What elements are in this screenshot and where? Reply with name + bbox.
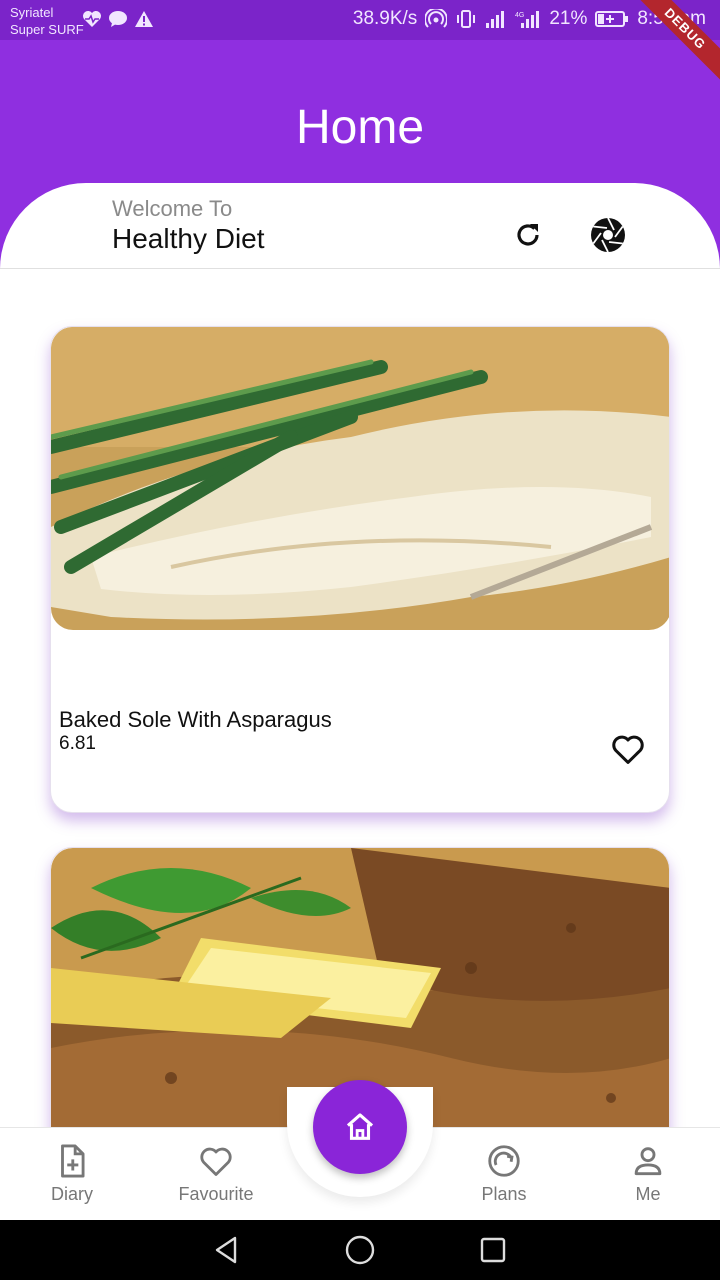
welcome-subtitle: Welcome To — [112, 196, 233, 221]
system-navigation-bar — [0, 1220, 720, 1280]
heart-outline-icon — [612, 735, 644, 764]
battery-level: 21% — [549, 8, 588, 29]
back-icon — [215, 1236, 237, 1264]
health-icon — [83, 11, 101, 27]
nav-label: Plans — [481, 1184, 527, 1204]
message-icon — [109, 11, 127, 27]
food-image-sole — [51, 327, 669, 630]
system-home-button[interactable] — [344, 1234, 376, 1266]
vibrate-icon — [457, 10, 476, 28]
refresh-icon — [517, 224, 539, 246]
carrier-info: Syriatel Super SURF — [10, 4, 84, 38]
nav-label: Diary — [50, 1184, 93, 1204]
nav-favourite[interactable]: Favourite — [156, 1128, 276, 1221]
nav-label: Favourite — [178, 1184, 254, 1204]
plans-gauge-icon — [488, 1145, 520, 1177]
person-icon — [634, 1147, 662, 1176]
warning-icon — [135, 11, 153, 27]
app-name: Healthy Diet — [112, 223, 265, 254]
system-back-button[interactable] — [211, 1234, 243, 1266]
status-bar: Syriatel Super SURF 38.9K/s 4G 21% 8:59 … — [0, 0, 720, 90]
favorite-button[interactable] — [609, 730, 647, 768]
refresh-button[interactable] — [508, 215, 548, 255]
heart-icon — [200, 1147, 232, 1176]
signal-4g-icon: 4G — [515, 11, 540, 28]
carrier-plan: Super SURF — [10, 22, 84, 37]
food-name: Baked Sole With Asparagus — [59, 707, 332, 732]
camera-button[interactable] — [588, 215, 628, 255]
recents-icon — [480, 1237, 506, 1263]
nav-diary[interactable]: Diary — [12, 1128, 132, 1221]
diary-add-icon — [61, 1144, 85, 1178]
home-fab-button[interactable] — [313, 1080, 407, 1174]
system-recents-button[interactable] — [477, 1234, 509, 1266]
nav-plans[interactable]: Plans — [444, 1128, 564, 1221]
food-card[interactable]: Baked Sole With Asparagus 6.81 — [50, 326, 670, 813]
carrier-name: Syriatel — [10, 5, 54, 20]
battery-icon — [595, 11, 629, 27]
nav-me[interactable]: Me — [588, 1128, 708, 1221]
home-circle-icon — [345, 1235, 375, 1265]
food-list[interactable]: Baked Sole With Asparagus 6.81 — [0, 269, 720, 1127]
page-title: Home — [295, 101, 425, 154]
signal-icon — [486, 11, 505, 28]
status-notification-icons — [82, 10, 154, 28]
welcome-header: Welcome To Healthy Diet — [0, 183, 720, 269]
camera-aperture-icon — [591, 217, 625, 253]
nav-label: Me — [635, 1184, 661, 1204]
food-price: 6.81 — [59, 733, 96, 754]
net-speed: 38.9K/s — [352, 8, 418, 29]
hotspot-icon — [425, 9, 448, 28]
home-icon — [346, 1113, 374, 1140]
svg-text:4G: 4G — [515, 12, 524, 19]
